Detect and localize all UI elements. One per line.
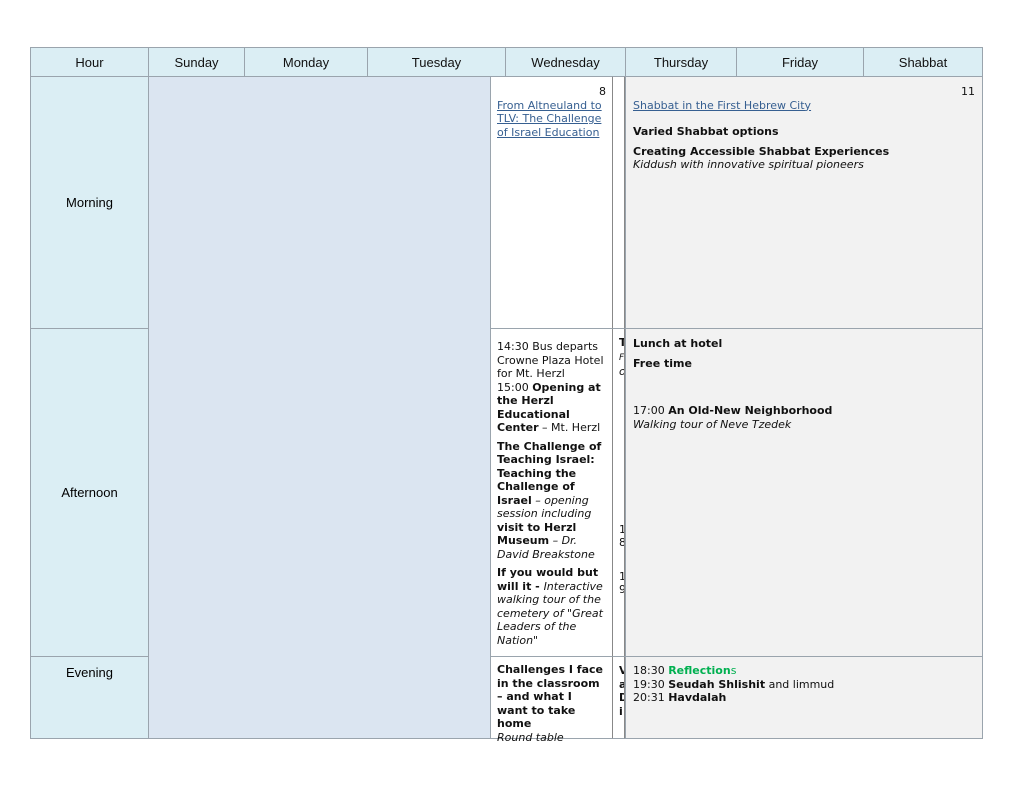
shabbat-date: 11 [961,85,975,98]
event-title: Varied Shabbat options [633,125,779,138]
event-desc: and limmud [765,677,835,691]
shabbat-morning-cell: 11 Shabbat in the First Hebrew City Vari… [625,76,983,329]
clipped-text: 8 [619,536,626,549]
clipped-text: a [619,677,626,691]
time: 15:00 [497,380,533,394]
location: – Mt. Herzl [538,421,601,434]
wed-morning-cell: 8 From Altneuland to TLV: The Challenge … [490,76,614,329]
time: 19:30 [633,677,669,691]
wed-afternoon-cell: 14:30 Bus departs Crowne Plaza Hotel for… [490,328,614,657]
header-monday: Monday [244,47,368,77]
clipped-text: V [619,664,624,678]
event-title-tail: s [730,664,737,677]
wed-bus: 14:30 Bus departs Crowne Plaza Hotel for… [497,340,604,380]
wed-evening-cell: Challenges I face in the classroom – and… [490,656,614,744]
row-label-morning: Morning [30,76,149,329]
wed-date: 8 [599,85,606,98]
header-wednesday: Wednesday [505,47,626,77]
header-hour: Hour [30,47,149,77]
clipped-text: D [619,691,624,705]
row-label-evening: Evening [30,656,149,739]
clipped-text: 1 [619,569,626,583]
row-label-afternoon: Afternoon [30,328,149,657]
event-title: Free time [633,356,692,370]
wed-morning-link[interactable]: From Altneuland to TLV: The Challenge of… [497,99,602,139]
event-title: Havdalah [668,691,727,704]
event-title: Challenges I face in the classroom – and… [497,663,603,730]
event-desc: Walking tour of Neve Tzedek [633,417,792,431]
event-desc: Round table [497,730,564,744]
header-friday: Friday [736,47,864,77]
event-title: Creating Accessible Shabbat Experiences [633,144,890,158]
header-shabbat: Shabbat [863,47,983,77]
clipped-text: i [619,704,623,718]
event-title: Seudah Shlishit [668,677,766,691]
shabbat-afternoon-cell: Lunch at hotel Free time 17:00 An Old-Ne… [625,328,983,657]
clipped-text: 9 [619,583,626,596]
time: 17:00 [633,404,669,417]
time: 18:30 [633,664,669,677]
event-title: An Old-New Neighborhood [668,404,833,417]
header-sunday: Sunday [148,47,245,77]
header-tuesday: Tuesday [367,47,506,77]
empty-days-block [148,76,491,739]
shabbat-evening-cell: 18:30 Reflections 19:30 Seudah Shlishit … [625,656,983,739]
shabbat-link[interactable]: Shabbat in the First Hebrew City [633,99,811,112]
event-desc: Kiddush with innovative spiritual pionee… [633,158,864,171]
event-title: Lunch at hotel [633,337,723,350]
header-thursday: Thursday [625,47,737,77]
event-title: Reflection [668,664,731,677]
clipped-text: 1 [619,522,626,536]
time: 20:31 [633,691,669,704]
